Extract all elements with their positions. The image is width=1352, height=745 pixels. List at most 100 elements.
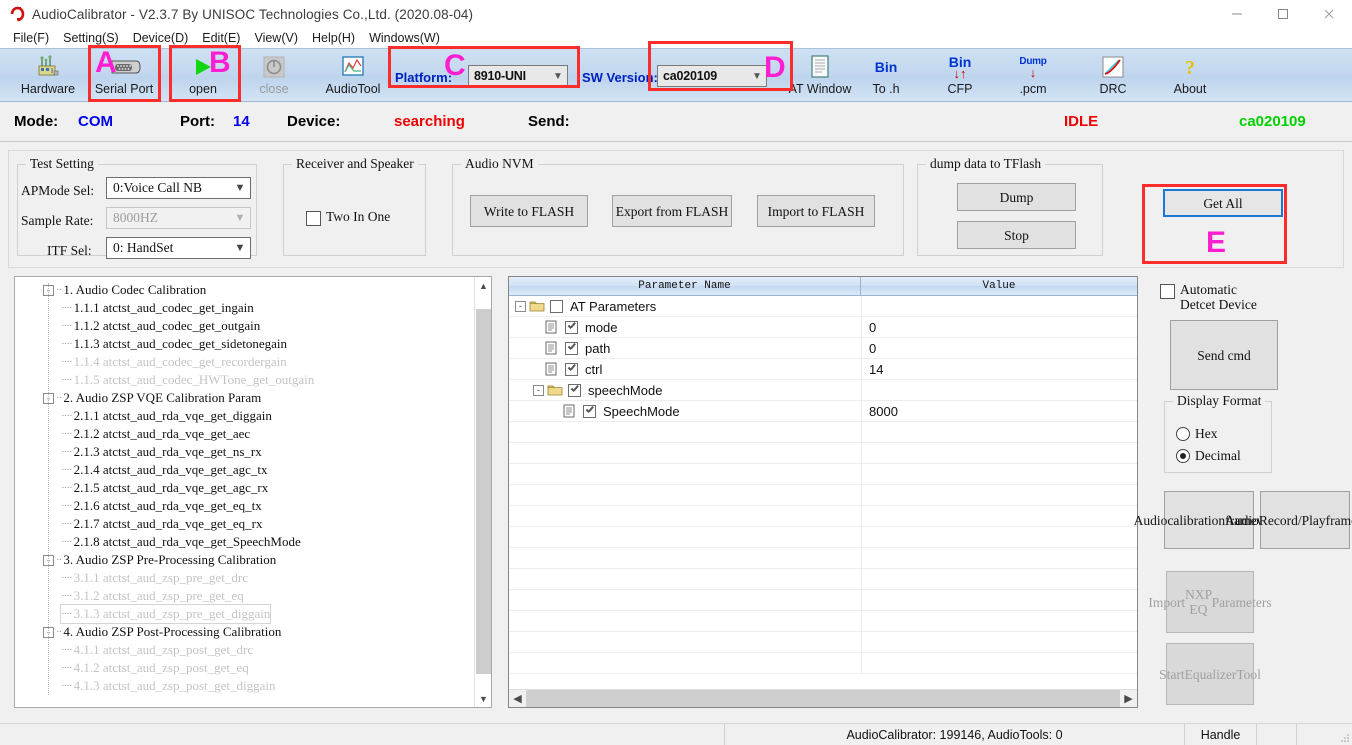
two-in-one-checkbox[interactable]: Two In One — [306, 209, 390, 226]
menu-edit[interactable]: Edit(E) — [195, 31, 247, 45]
menu-windows[interactable]: Windows(W) — [362, 31, 447, 45]
send-cmd-button[interactable]: Send cmd — [1170, 320, 1278, 390]
stop-button[interactable]: Stop — [957, 221, 1076, 249]
table-row[interactable]: path 0 — [509, 338, 1137, 359]
get-all-button[interactable]: Get All — [1163, 189, 1283, 217]
menu-setting[interactable]: Setting(S) — [56, 31, 126, 45]
tree-leaf-node[interactable]: ···· 3.1.2 atctst_aud_zsp_pre_get_eq — [61, 587, 244, 605]
cell-parameter-name: path — [533, 341, 610, 356]
cfp-button[interactable]: Bin ↓↑ CFP — [932, 50, 988, 102]
radio-decimal[interactable]: Decimal — [1176, 448, 1241, 464]
audiotool-button[interactable]: AudioTool — [313, 50, 393, 102]
tree-leaf-node[interactable]: ···· 3.1.1 atctst_aud_zsp_pre_get_drc — [61, 569, 248, 587]
grid-header-parameter-name[interactable]: Parameter Name — [509, 277, 861, 295]
tree-leaf-node[interactable]: ···· 1.1.4 atctst_aud_codec_get_recorderg… — [61, 353, 287, 371]
menu-device[interactable]: Device(D) — [126, 31, 196, 45]
table-row[interactable] — [509, 653, 1137, 674]
grid-horizontal-scrollbar[interactable]: ◀ ▶ — [509, 689, 1137, 707]
tree-leaf-node[interactable]: ···· 1.1.2 atctst_aud_codec_get_outgain — [61, 317, 260, 335]
menu-view[interactable]: View(V) — [247, 31, 305, 45]
table-row[interactable] — [509, 569, 1137, 590]
tree-leaf-node[interactable]: ···· 4.1.1 atctst_aud_zsp_post_get_drc — [61, 641, 253, 659]
apmode-select[interactable]: 0:Voice Call NB ▼ — [106, 177, 251, 199]
menu-file[interactable]: File(F) — [6, 31, 56, 45]
table-row[interactable]: ctrl 14 — [509, 359, 1137, 380]
pcm-button[interactable]: Dump ↓ .pcm — [1004, 50, 1062, 102]
table-row[interactable] — [509, 632, 1137, 653]
grid-header-value[interactable]: Value — [861, 277, 1137, 295]
tree-leaf-node[interactable]: ···· 2.1.2 atctst_aud_rda_vqe_get_aec — [61, 425, 250, 443]
write-to-flash-button[interactable]: Write to FLASH — [470, 195, 588, 227]
table-row[interactable] — [509, 485, 1137, 506]
table-row[interactable] — [509, 464, 1137, 485]
tree-leaf-node[interactable]: ···· 4.1.3 atctst_aud_zsp_post_get_diggai… — [61, 677, 276, 695]
tree-group-node[interactable]: - ·· 2. Audio ZSP VQE Calibration Param — [43, 389, 261, 407]
table-row[interactable] — [509, 548, 1137, 569]
auto-detect-box — [1160, 284, 1175, 299]
tree-leaf-node[interactable]: ···· 1.1.5 atctst_aud_codec_HWTone_get_ou… — [61, 371, 314, 389]
tree-leaf-node[interactable]: ···· 2.1.6 atctst_aud_rda_vqe_get_eq_tx — [61, 497, 262, 515]
maximize-button[interactable] — [1260, 0, 1306, 28]
tree-leaf-node[interactable]: ···· 2.1.4 atctst_aud_rda_vqe_get_agc_tx — [61, 461, 268, 479]
tree-group-node[interactable]: - ·· 3. Audio ZSP Pre-Processing Calibrati… — [43, 551, 276, 569]
tree-leaf-node[interactable]: ···· 2.1.8 atctst_aud_rda_vqe_get_SpeechM… — [61, 533, 301, 551]
row-checkbox[interactable] — [550, 299, 563, 313]
about-button[interactable]: ? About — [1156, 50, 1224, 102]
parameter-grid[interactable]: Parameter Name Value - AT Parameters mode 0… — [508, 276, 1138, 708]
table-row[interactable] — [509, 422, 1137, 443]
table-row[interactable] — [509, 443, 1137, 464]
minimize-button[interactable] — [1214, 0, 1260, 28]
close-button[interactable] — [1306, 0, 1352, 28]
grid-expander-icon[interactable]: - — [533, 384, 544, 396]
platform-combo[interactable]: 8910-UNI ▼ — [468, 65, 568, 87]
row-checkbox[interactable] — [565, 320, 578, 334]
table-row[interactable] — [509, 590, 1137, 611]
dump-button[interactable]: Dump — [957, 183, 1076, 211]
row-checkbox[interactable] — [583, 404, 596, 418]
tree-leaf-node[interactable]: ···· 2.1.3 atctst_aud_rda_vqe_get_ns_rx — [61, 443, 262, 461]
grid-expander-icon[interactable]: - — [515, 300, 526, 312]
tree-scroll-thumb[interactable] — [476, 309, 491, 674]
table-row[interactable]: mode 0 — [509, 317, 1137, 338]
tree-leaf-node[interactable]: ···· 2.1.1 atctst_aud_rda_vqe_get_diggain — [61, 407, 272, 425]
tree-leaf-node[interactable]: ···· 3.1.3 atctst_aud_zsp_pre_get_diggain — [59, 604, 272, 624]
import-to-flash-button[interactable]: Import to FLASH — [757, 195, 875, 227]
scroll-down-arrow-icon[interactable]: ▼ — [475, 690, 491, 707]
calibration-tree[interactable]: - ·· 1. Audio Codec Calibration ···· 1.1.1 a… — [14, 276, 492, 708]
tree-group-node[interactable]: - ·· 4. Audio ZSP Post-Processing Calibrat… — [43, 623, 281, 641]
export-from-flash-button[interactable]: Export from FLASH — [612, 195, 732, 227]
drc-button[interactable]: DRC — [1080, 50, 1146, 102]
table-row[interactable] — [509, 611, 1137, 632]
table-row[interactable]: - speechMode — [509, 380, 1137, 401]
tree-connector-icon: ···· — [61, 644, 73, 656]
scroll-right-arrow-icon[interactable]: ▶ — [1120, 690, 1137, 707]
tree-leaf-node[interactable]: ···· 4.1.2 atctst_aud_zsp_post_get_eq — [61, 659, 249, 677]
table-row[interactable] — [509, 506, 1137, 527]
scroll-left-arrow-icon[interactable]: ◀ — [509, 690, 526, 707]
table-row[interactable] — [509, 527, 1137, 548]
swversion-combo[interactable]: ca020109 ▼ — [657, 65, 767, 87]
table-row[interactable]: - AT Parameters — [509, 296, 1137, 317]
menu-help[interactable]: Help(H) — [305, 31, 362, 45]
tree-leaf-node[interactable]: ···· 1.1.3 atctst_aud_codec_get_sidetoneg… — [61, 335, 287, 353]
scroll-up-arrow-icon[interactable]: ▲ — [475, 277, 491, 294]
itf-select[interactable]: 0: HandSet ▼ — [106, 237, 251, 259]
audio-record-play-framework-button[interactable]: AudioRecord/Playframework — [1225, 491, 1352, 549]
auto-detect-checkbox[interactable]: Automatic Detcet Device — [1160, 282, 1268, 312]
tree-vertical-scrollbar[interactable]: ▲ ▼ — [474, 277, 491, 707]
radio-hex[interactable]: Hex — [1176, 426, 1218, 442]
column-separator — [861, 611, 862, 631]
radio-hex-label: Hex — [1195, 426, 1218, 441]
hardware-button[interactable]: Hardware — [10, 50, 86, 102]
row-checkbox[interactable] — [565, 362, 578, 376]
tree-leaf-node[interactable]: ···· 2.1.5 atctst_aud_rda_vqe_get_agc_rx — [61, 479, 268, 497]
row-checkbox[interactable] — [565, 341, 578, 355]
at-window-button[interactable]: AT Window — [787, 50, 853, 102]
resize-grip-icon[interactable] — [1338, 731, 1350, 743]
tree-leaf-node[interactable]: ···· 2.1.7 atctst_aud_rda_vqe_get_eq_rx — [61, 515, 262, 533]
tree-leaf-node[interactable]: ···· 1.1.1 atctst_aud_codec_get_ingain — [61, 299, 254, 317]
table-row[interactable]: SpeechMode 8000 — [509, 401, 1137, 422]
tree-group-node[interactable]: - ·· 1. Audio Codec Calibration — [43, 281, 206, 299]
to-h-button[interactable]: Bin To .h — [858, 50, 914, 102]
row-checkbox[interactable] — [568, 383, 581, 397]
